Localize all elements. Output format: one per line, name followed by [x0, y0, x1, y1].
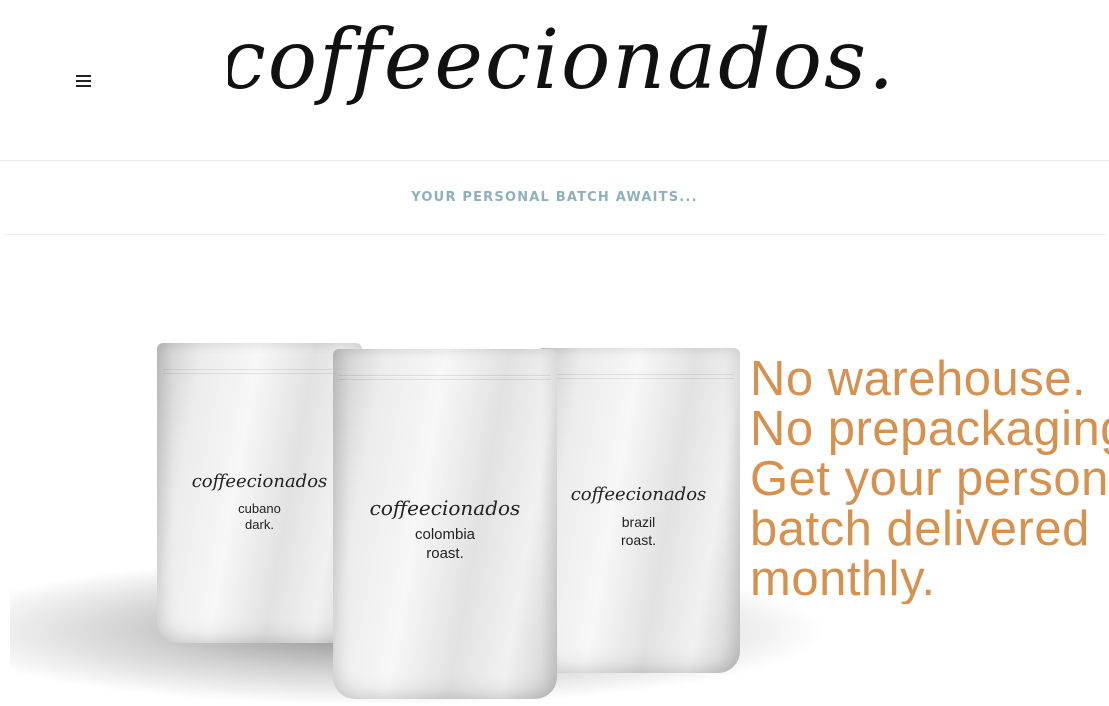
site-logo[interactable]: coffeecionados.: [228, 18, 888, 128]
bag-brand: coffeecionados: [191, 471, 328, 492]
tagline-band: YOUR PERSONAL BATCH AWAITS...: [4, 161, 1105, 235]
bag-label: brazil roast.: [537, 514, 740, 549]
headline-line: No prepackaging.: [750, 402, 1109, 456]
bag-brand: coffeecionados: [570, 484, 707, 505]
page: coffeecionados. YOUR PERSONAL BATCH AWAI…: [0, 0, 1109, 706]
bag-label-line: roast.: [620, 531, 656, 548]
bag-label-line: cubano: [238, 501, 281, 516]
bag-brand: coffeecionados: [369, 496, 521, 520]
bag-label-line: brazil: [621, 514, 656, 530]
headline-line: No warehouse.: [750, 354, 1087, 406]
bag-label-line: colombia: [414, 526, 476, 543]
headline-line: Get your personal: [750, 452, 1109, 506]
hero-headline: No warehouse. No prepackaging. Get your …: [750, 354, 1109, 604]
coffee-bag-brazil: coffeecionados brazil roast.: [537, 348, 740, 673]
hamburger-menu-icon[interactable]: [74, 73, 94, 89]
logo-wordmark: coffeecionados.: [228, 18, 888, 108]
menu-bar: [76, 85, 91, 87]
bag-label-line: dark.: [245, 517, 274, 533]
logo-text: coffeecionados.: [228, 18, 888, 108]
hero-banner: coffeecionados cubano dark. coffeecionad…: [0, 236, 1109, 706]
headline-line: monthly.: [750, 552, 936, 604]
site-header: coffeecionados.: [0, 0, 1109, 161]
menu-bar: [76, 75, 91, 77]
coffee-bag-cubano: coffeecionados cubano dark.: [157, 343, 362, 643]
headline-line: batch delivered: [750, 502, 1090, 556]
menu-bar: [76, 80, 91, 82]
bag-label: colombia roast.: [333, 526, 557, 564]
bag-label: cubano dark.: [157, 501, 362, 534]
coffee-bag-colombia: coffeecionados colombia roast.: [333, 349, 557, 699]
tagline-link[interactable]: YOUR PERSONAL BATCH AWAITS...: [411, 190, 697, 205]
bag-label-line: roast.: [426, 544, 464, 562]
